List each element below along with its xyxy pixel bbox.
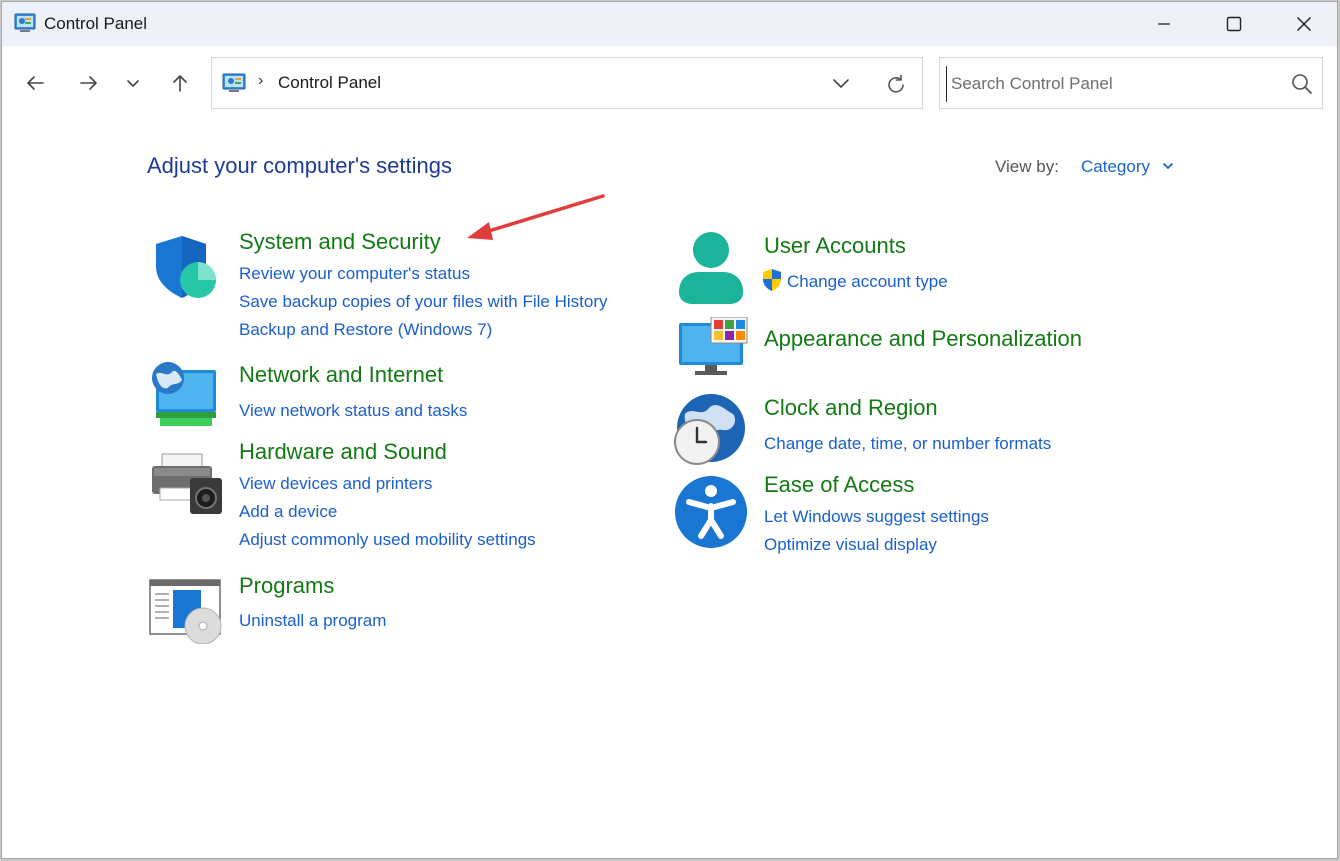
maximize-button[interactable] [1199, 2, 1269, 46]
window-title: Control Panel [44, 14, 148, 33]
category-programs[interactable]: Programs [239, 573, 334, 599]
up-button[interactable] [163, 66, 197, 100]
link-change-date-time-formats[interactable]: Change date, time, or number formats [764, 434, 1051, 454]
link-file-history-backup[interactable]: Save backup copies of your files with Fi… [239, 292, 608, 312]
annotation-arrow [467, 194, 605, 240]
category-appearance-and-personalization[interactable]: Appearance and Personalization [764, 326, 1082, 352]
link-mobility-settings[interactable]: Adjust commonly used mobility settings [239, 530, 536, 550]
breadcrumb-separator[interactable]: › [258, 72, 263, 90]
view-by-label: View by: [995, 157, 1059, 176]
link-add-a-device[interactable]: Add a device [239, 502, 337, 522]
title-bar[interactable]: Control Panel [2, 2, 1337, 46]
minimize-icon [1158, 23, 1170, 25]
accessibility-icon[interactable] [673, 474, 749, 550]
forward-button[interactable] [72, 66, 106, 100]
recent-locations-button[interactable] [116, 66, 150, 100]
user-icon[interactable] [675, 230, 747, 306]
close-icon [1296, 16, 1312, 32]
search-icon[interactable] [1290, 72, 1314, 96]
control-panel-window: Control Panel › Control Panel Search Con… [1, 1, 1338, 859]
chevron-down-icon[interactable] [1162, 160, 1174, 172]
link-view-devices-printers[interactable]: View devices and printers [239, 474, 432, 494]
printer-speaker-icon[interactable] [150, 452, 224, 516]
back-arrow-icon [27, 76, 44, 90]
link-backup-restore[interactable]: Backup and Restore (Windows 7) [239, 320, 492, 340]
refresh-button[interactable] [882, 71, 910, 99]
search-box[interactable] [939, 57, 1323, 109]
network-globe-icon[interactable] [150, 360, 220, 430]
link-let-windows-suggest-settings[interactable]: Let Windows suggest settings [764, 507, 989, 527]
link-uninstall-program[interactable]: Uninstall a program [239, 611, 386, 631]
forward-arrow-icon [80, 76, 97, 90]
search-input[interactable] [946, 66, 1283, 102]
link-view-network-status[interactable]: View network status and tasks [239, 401, 467, 421]
link-optimize-visual-display[interactable]: Optimize visual display [764, 535, 937, 555]
maximize-icon [1226, 16, 1242, 32]
refresh-icon [888, 74, 904, 93]
uac-shield-icon [763, 269, 781, 291]
category-network-and-internet[interactable]: Network and Internet [239, 362, 443, 388]
category-hardware-and-sound[interactable]: Hardware and Sound [239, 439, 447, 465]
back-button[interactable] [18, 66, 52, 100]
link-review-computer-status[interactable]: Review your computer's status [239, 264, 470, 284]
view-by-dropdown[interactable]: Category [1081, 157, 1150, 177]
minimize-button[interactable] [1129, 2, 1199, 46]
control-panel-app-icon [14, 13, 36, 32]
up-arrow-icon [173, 75, 187, 92]
chevron-down-icon [127, 80, 139, 87]
category-ease-of-access[interactable]: Ease of Access [764, 472, 914, 498]
programs-disc-icon[interactable] [149, 578, 223, 644]
address-bar[interactable]: › Control Panel [211, 57, 923, 109]
page-title: Adjust your computer's settings [147, 153, 453, 178]
category-clock-and-region[interactable]: Clock and Region [764, 395, 938, 421]
link-change-account-type[interactable]: Change account type [787, 272, 948, 292]
breadcrumb-control-panel[interactable]: Control Panel [278, 73, 381, 93]
category-system-and-security[interactable]: System and Security [239, 229, 441, 255]
chevron-down-icon [833, 79, 849, 89]
shield-icon[interactable] [150, 234, 220, 302]
navigation-bar: › Control Panel [2, 46, 1337, 122]
close-button[interactable] [1269, 2, 1337, 46]
address-history-dropdown[interactable] [828, 71, 854, 97]
category-user-accounts[interactable]: User Accounts [764, 233, 906, 259]
control-panel-location-icon [222, 73, 246, 92]
globe-clock-icon[interactable] [673, 392, 749, 468]
monitor-personalize-icon[interactable] [677, 317, 749, 379]
